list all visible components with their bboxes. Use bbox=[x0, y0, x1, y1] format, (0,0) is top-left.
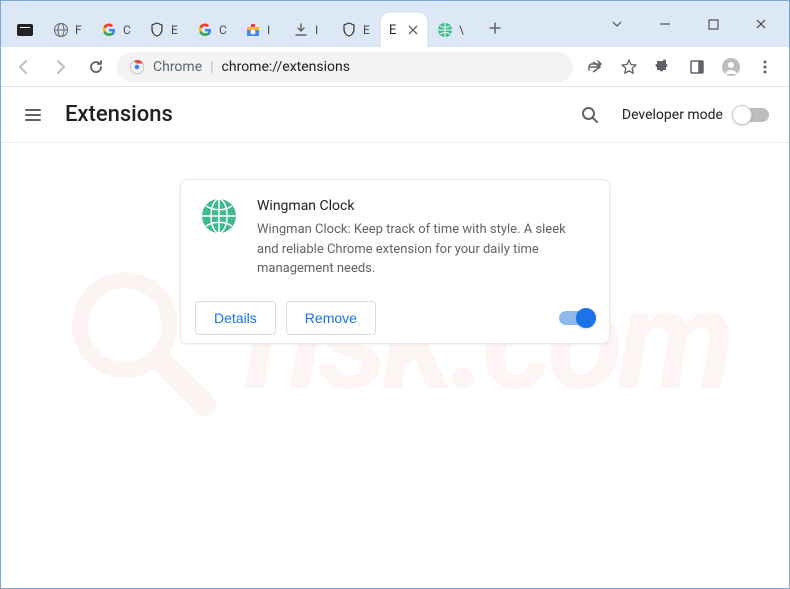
remove-button[interactable]: Remove bbox=[286, 301, 376, 335]
profile-button[interactable] bbox=[715, 51, 747, 83]
maximize-icon bbox=[708, 19, 719, 30]
url-scheme-label: Chrome bbox=[153, 59, 202, 75]
extension-actions: Details Remove bbox=[181, 293, 609, 343]
download-icon bbox=[293, 22, 309, 38]
share-icon bbox=[586, 58, 604, 76]
arrow-left-icon bbox=[15, 58, 33, 76]
star-icon bbox=[620, 58, 638, 76]
google-icon bbox=[197, 22, 213, 38]
sidepanel-icon bbox=[689, 59, 705, 75]
extensions-button[interactable] bbox=[647, 51, 679, 83]
url-divider: | bbox=[210, 59, 213, 75]
shield-icon bbox=[341, 22, 357, 38]
browser-tab[interactable]: I bbox=[285, 13, 331, 47]
url-text: chrome://extensions bbox=[222, 59, 350, 75]
kebab-icon bbox=[757, 59, 773, 75]
developer-mode-label: Developer mode bbox=[622, 107, 723, 123]
tab-title: \ bbox=[459, 23, 467, 37]
close-icon[interactable] bbox=[407, 24, 419, 36]
tab-strip: F C E C I bbox=[9, 1, 589, 47]
globe-icon bbox=[53, 22, 69, 38]
window-dropdown-button[interactable] bbox=[597, 9, 637, 39]
browser-tab[interactable]: \ bbox=[429, 13, 475, 47]
tab-title: E bbox=[171, 23, 179, 37]
browser-tab[interactable] bbox=[9, 13, 43, 47]
hamburger-icon bbox=[23, 105, 43, 125]
toolbar-actions bbox=[579, 51, 781, 83]
new-tab-button[interactable] bbox=[481, 14, 509, 42]
browser-tab[interactable]: F bbox=[45, 13, 91, 47]
extension-enable-toggle[interactable] bbox=[559, 311, 595, 325]
chrome-store-icon bbox=[245, 22, 261, 38]
plus-icon bbox=[488, 21, 502, 35]
terminal-icon bbox=[17, 22, 33, 38]
green-globe-icon bbox=[437, 22, 453, 38]
avatar-icon bbox=[721, 57, 741, 77]
titlebar: F C E C I bbox=[1, 1, 789, 47]
browser-tab[interactable]: C bbox=[189, 13, 235, 47]
tab-title: E bbox=[389, 23, 401, 38]
reload-button[interactable] bbox=[81, 52, 111, 82]
close-window-button[interactable] bbox=[741, 9, 781, 39]
minimize-button[interactable] bbox=[645, 9, 685, 39]
extensions-list: Wingman Clock Wingman Clock: Keep track … bbox=[1, 143, 789, 380]
chrome-icon bbox=[129, 59, 145, 75]
tab-title: I bbox=[267, 23, 275, 37]
browser-tab[interactable]: I bbox=[237, 13, 283, 47]
tab-title: F bbox=[75, 23, 83, 37]
menu-button[interactable] bbox=[749, 51, 781, 83]
google-icon bbox=[101, 22, 117, 38]
minimize-icon bbox=[659, 18, 671, 30]
browser-tab-active[interactable]: E bbox=[381, 13, 427, 47]
page-title: Extensions bbox=[65, 102, 558, 127]
extension-logo-icon bbox=[201, 198, 237, 234]
toolbar: Chrome | chrome://extensions bbox=[1, 47, 789, 87]
tab-title: C bbox=[123, 23, 131, 37]
chevron-down-icon bbox=[610, 17, 624, 31]
tab-title: C bbox=[219, 23, 227, 37]
extension-description: Wingman Clock: Keep track of time with s… bbox=[257, 220, 589, 279]
developer-mode-toggle[interactable] bbox=[733, 108, 769, 122]
address-bar[interactable]: Chrome | chrome://extensions bbox=[117, 52, 573, 82]
shield-icon bbox=[149, 22, 165, 38]
forward-button[interactable] bbox=[45, 52, 75, 82]
share-button[interactable] bbox=[579, 51, 611, 83]
back-button[interactable] bbox=[9, 52, 39, 82]
reload-icon bbox=[87, 58, 105, 76]
maximize-button[interactable] bbox=[693, 9, 733, 39]
browser-tab[interactable]: E bbox=[333, 13, 379, 47]
puzzle-icon bbox=[654, 58, 672, 76]
arrow-right-icon bbox=[51, 58, 69, 76]
search-button[interactable] bbox=[578, 103, 602, 127]
bookmark-button[interactable] bbox=[613, 51, 645, 83]
window-controls bbox=[589, 1, 789, 47]
extension-name: Wingman Clock bbox=[257, 198, 589, 214]
details-button[interactable]: Details bbox=[195, 301, 276, 335]
developer-mode-control: Developer mode bbox=[622, 107, 769, 123]
tab-title: E bbox=[363, 23, 371, 37]
tab-title: I bbox=[315, 23, 323, 37]
extension-card: Wingman Clock Wingman Clock: Keep track … bbox=[180, 179, 610, 344]
search-icon bbox=[580, 105, 600, 125]
close-icon bbox=[755, 18, 767, 30]
extension-info: Wingman Clock Wingman Clock: Keep track … bbox=[257, 198, 589, 279]
browser-tab[interactable]: C bbox=[93, 13, 139, 47]
hamburger-button[interactable] bbox=[21, 103, 45, 127]
browser-tab[interactable]: E bbox=[141, 13, 187, 47]
page-header: Extensions Developer mode bbox=[1, 87, 789, 143]
sidepanel-button[interactable] bbox=[681, 51, 713, 83]
